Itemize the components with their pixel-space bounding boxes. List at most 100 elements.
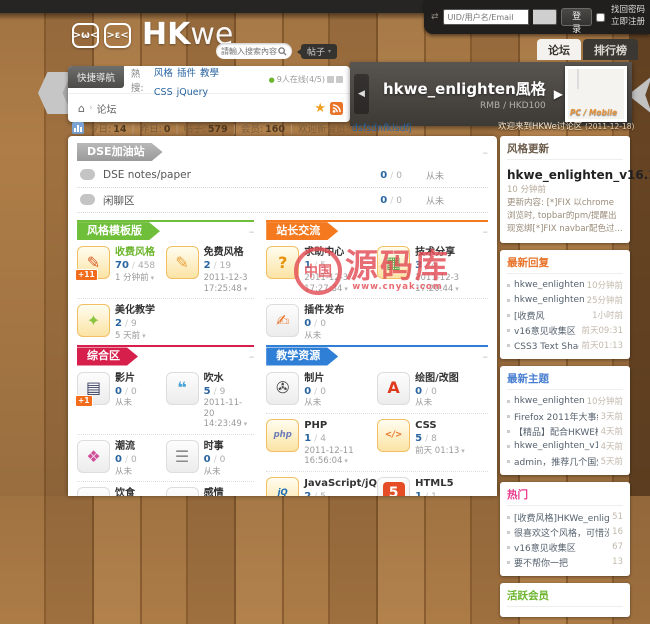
forum-link[interactable]: 免费风格 (204, 246, 253, 259)
topic-link[interactable]: v16意见收集区 (514, 541, 609, 554)
breadcrumb-forum-link[interactable]: 论坛 (97, 101, 117, 116)
expand-arrow-icon[interactable]: ▾ (151, 274, 155, 282)
banner-title[interactable]: hkwe_enlighten風格 (383, 80, 546, 98)
username-input[interactable] (443, 9, 529, 25)
forum-link[interactable]: CSS (415, 419, 465, 432)
search-input[interactable] (221, 47, 278, 56)
password-field[interactable] (533, 9, 558, 25)
forum-link[interactable]: JavaScript/jQuery (304, 477, 375, 490)
hot-search-link[interactable]: CSS (154, 87, 173, 98)
category-title[interactable]: 风格模板版 (77, 222, 160, 240)
member-list-icon[interactable] (327, 76, 334, 83)
collapse-button[interactable]: – (249, 226, 255, 237)
carousel-next-button[interactable]: ▶ (554, 87, 563, 101)
topic-link[interactable]: 要不帮你一把 (514, 556, 609, 569)
category-title[interactable]: 站长交流 (266, 222, 338, 240)
favorite-star-icon[interactable]: ★ (314, 102, 326, 115)
topic-link[interactable]: v16意见收集区 (514, 324, 579, 337)
forum-link[interactable]: 美化教学 (115, 304, 155, 317)
heart-icon[interactable]: ♥ (166, 487, 199, 496)
coconut-drink-icon[interactable]: ☕ (77, 487, 110, 496)
forum-link[interactable]: 闲聊区 (103, 193, 322, 208)
update-item-link[interactable]: hkwe_enlighten_v16.1 (507, 168, 650, 182)
collapse-button[interactable]: – (483, 226, 489, 237)
search-icon[interactable] (278, 47, 287, 56)
topic-link[interactable]: admin，推荐几个国外的技 (514, 455, 598, 468)
topic-link[interactable]: [收费风格]HKWe_enlighten风 (514, 511, 609, 524)
newspaper-icon[interactable]: ☰ (166, 440, 199, 473)
topic-link[interactable]: hkwe_enlighten_v16.1 (514, 280, 584, 290)
topic-link[interactable]: 很喜欢这个风格，可惜没有免费 (514, 526, 609, 539)
category-title[interactable]: 教学资源 (266, 347, 338, 365)
video-camera-icon[interactable]: ✇ (266, 372, 299, 405)
colored-pencils-icon[interactable]: ✎ (166, 246, 199, 279)
tab-forum[interactable]: 论坛 (537, 39, 581, 60)
forum-link[interactable]: 制片 (304, 372, 326, 385)
category-title[interactable]: 综合区 (77, 347, 138, 365)
topic-link[interactable]: hkwe_enlighten_v16 (514, 441, 598, 451)
site-logo[interactable]: >ω< >ε< HKwe (72, 20, 233, 50)
collapse-button[interactable]: – (249, 351, 255, 362)
forum-link[interactable]: HTML5 (415, 477, 486, 490)
forum-link[interactable]: DSE notes/paper (103, 169, 322, 181)
topic-link[interactable]: Firefox 2011年大事纪·一 (514, 410, 598, 423)
hot-search-link[interactable]: 插件 (177, 68, 196, 79)
colored-pencils-icon[interactable]: ✎+11 (77, 246, 110, 279)
search-scope-dropdown[interactable]: 帖子 ▾ (301, 44, 337, 59)
forum-link[interactable]: PHP (304, 419, 375, 432)
jquery-logo-icon[interactable]: jQ (266, 477, 299, 496)
hot-search-link[interactable]: jQuery (177, 87, 209, 98)
adobe-logo-icon[interactable]: A (377, 372, 410, 405)
topic-link[interactable]: hkwe_enlighten_v16.1 (514, 396, 584, 406)
expand-arrow-icon[interactable]: ▾ (344, 457, 348, 465)
film-strip-icon[interactable]: ▤+1 (77, 372, 110, 405)
question-bubbles-icon[interactable]: ? (266, 246, 299, 279)
forgot-password-link[interactable]: 找回密码 (611, 5, 645, 17)
forum-link[interactable]: 技术分享 (415, 246, 486, 259)
forum-link[interactable]: 绘图/改图 (415, 372, 459, 385)
refresh-icon[interactable] (336, 76, 343, 83)
hot-search-link[interactable]: 教學 (200, 68, 219, 79)
new-member-link[interactable]: dsfsdnfklsdfj (352, 123, 412, 134)
tab-ranking[interactable]: 排行榜 (583, 39, 638, 60)
carousel-prev-button[interactable]: ◀ (354, 74, 369, 114)
expand-arrow-icon[interactable]: ▾ (455, 285, 459, 293)
register-link[interactable]: 立即注册 (611, 17, 645, 29)
code-tags-icon[interactable]: </> (377, 419, 410, 452)
forum-link[interactable]: 插件发布 (304, 304, 344, 317)
chat-bubbles-icon[interactable]: ❝ (166, 372, 199, 405)
banner-thumbnail[interactable]: PC / Mobile (565, 66, 627, 122)
php-logo-icon[interactable]: php (266, 419, 299, 452)
topic-link[interactable]: CSS3 Text Shadow文 (514, 339, 579, 352)
rss-icon[interactable] (330, 102, 343, 115)
expand-arrow-icon[interactable]: ▾ (142, 332, 146, 340)
forum-link[interactable]: 时事 (204, 440, 226, 453)
collapse-button[interactable]: – (483, 147, 489, 158)
forum-link[interactable]: 收费风格 (115, 246, 155, 259)
login-button[interactable]: 登录 (561, 8, 592, 26)
topic-link[interactable]: hkwe_enlighten_v16 (514, 295, 584, 305)
quick-nav-tab[interactable]: 快捷導航 (68, 66, 124, 88)
forum-link[interactable]: 求助中心 (304, 246, 375, 259)
expand-arrow-icon[interactable]: ▾ (244, 420, 248, 428)
topic-link[interactable]: [收费风 (514, 309, 589, 322)
collapse-button[interactable]: – (483, 351, 489, 362)
expand-arrow-icon[interactable]: ▾ (244, 285, 248, 293)
html5-shield-icon[interactable]: 5 (377, 477, 410, 496)
auto-login-checkbox[interactable] (596, 13, 605, 22)
topic-link[interactable]: 【精品】配合HKWE模板使 (514, 425, 598, 438)
forum-link[interactable]: 感情 (204, 487, 226, 496)
forum-link[interactable]: 影片 (115, 372, 137, 385)
hot-search-link[interactable]: 风格 (154, 68, 173, 79)
breadcrumb-home-icon[interactable]: ⌂ (78, 102, 85, 115)
dse-section-title[interactable]: DSE加油站 (77, 143, 163, 161)
forum-link[interactable]: 饮食 (115, 487, 137, 496)
collapse-panel-icon[interactable]: ⇄ (431, 12, 439, 22)
color-swatches-icon[interactable]: ❖ (77, 440, 110, 473)
forum-link[interactable]: 潮流 (115, 440, 137, 453)
forum-link[interactable]: 吹水 (204, 372, 253, 385)
expand-arrow-icon[interactable]: ▾ (461, 447, 465, 455)
expand-arrow-icon[interactable]: ▾ (344, 285, 348, 293)
chalkboard-icon[interactable]: ▦ (377, 246, 410, 279)
magic-wand-icon[interactable]: ✦ (77, 304, 110, 337)
